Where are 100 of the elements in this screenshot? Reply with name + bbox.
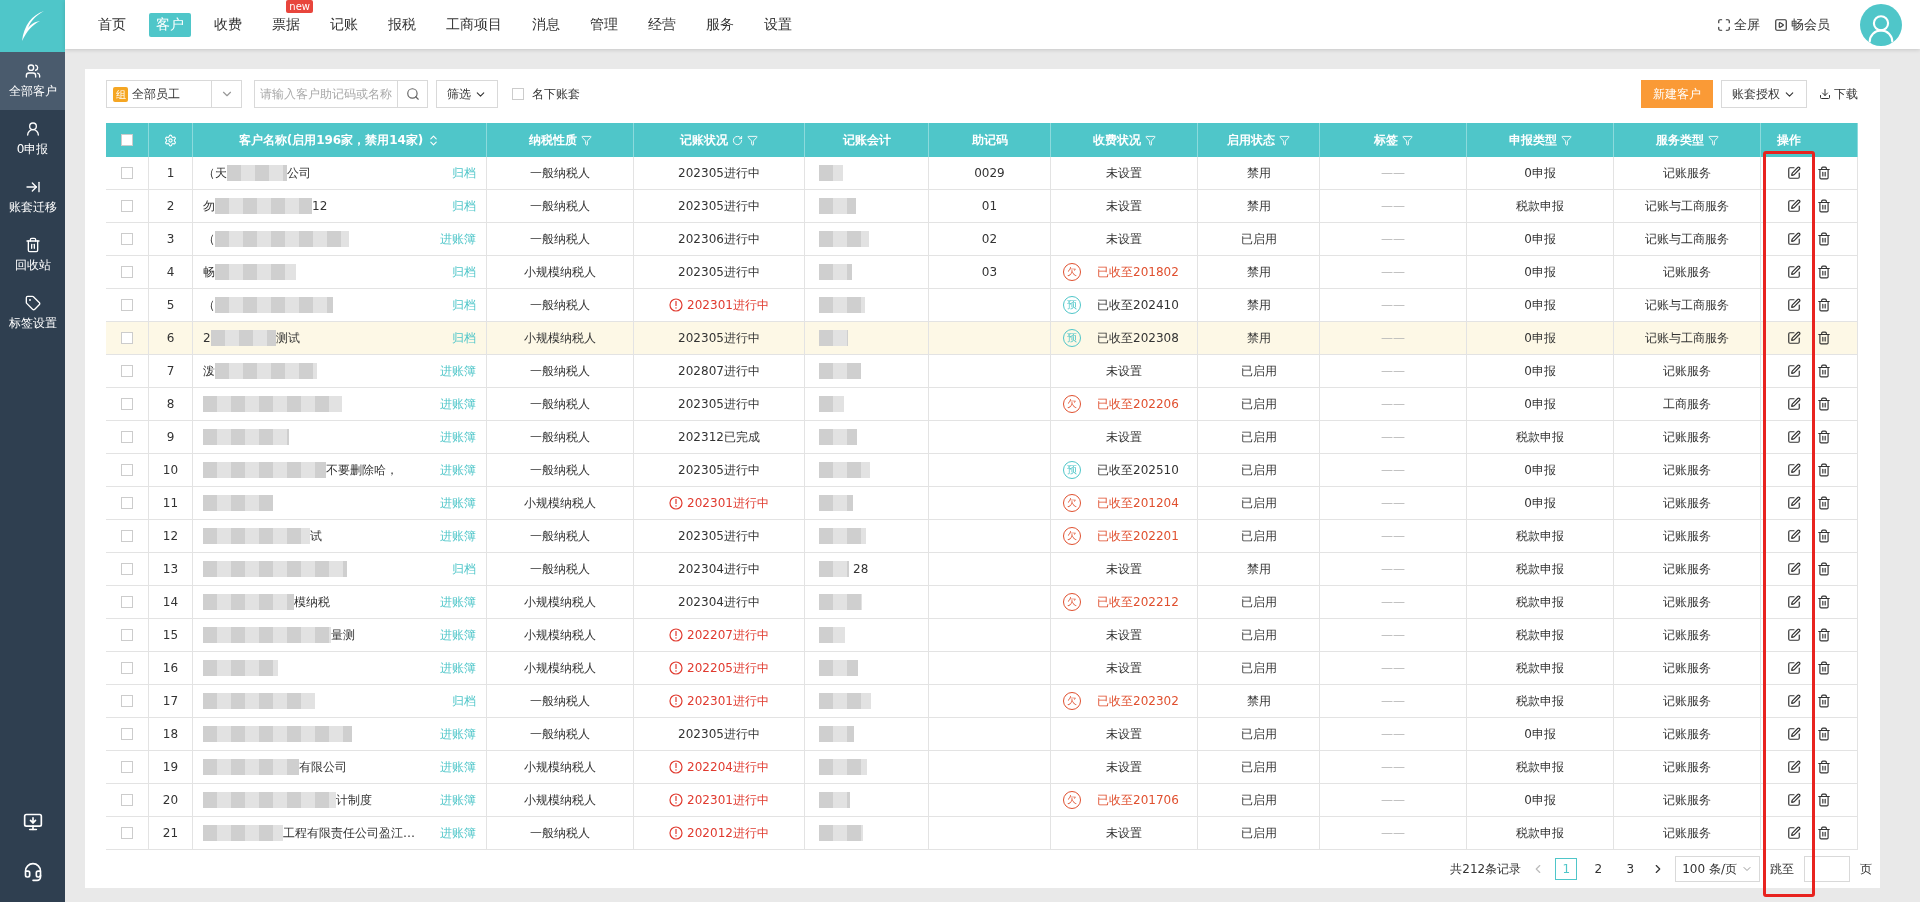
delete-icon[interactable]	[1817, 364, 1831, 378]
select-all-checkbox[interactable]	[121, 134, 133, 146]
delete-icon[interactable]	[1817, 760, 1831, 774]
checkbox[interactable]	[512, 88, 524, 100]
fullscreen-link[interactable]: 全屏	[1717, 15, 1760, 34]
row-checkbox[interactable]	[121, 332, 133, 344]
delete-icon[interactable]	[1817, 232, 1831, 246]
row-checkbox[interactable]	[121, 167, 133, 179]
table-row[interactable]: 17 归档 一般纳税人 202301进行中 欠 已收至202302 禁用 —— 税款申报 记账服务	[106, 685, 1858, 718]
row-checkbox[interactable]	[121, 761, 133, 773]
row-checkbox[interactable]	[121, 266, 133, 278]
row-checkbox[interactable]	[121, 794, 133, 806]
table-row[interactable]: 10 不要删除哈， 进账簿 一般纳税人 202305进行中 预 已收至202510 已启用 —— 0申报 记账服务	[106, 454, 1858, 487]
edit-icon[interactable]	[1787, 760, 1801, 774]
delete-icon[interactable]	[1817, 496, 1831, 510]
row-checkbox[interactable]	[121, 431, 133, 443]
edit-icon[interactable]	[1787, 793, 1801, 807]
sidebar-item[interactable]: 标签设置	[0, 284, 65, 342]
row-checkbox[interactable]	[121, 662, 133, 674]
nav-tab[interactable]: 设置	[757, 12, 799, 37]
delete-icon[interactable]	[1817, 463, 1831, 477]
delete-icon[interactable]	[1817, 529, 1831, 543]
row-checkbox[interactable]	[121, 200, 133, 212]
download-link[interactable]: 下载	[1819, 85, 1858, 103]
table-row[interactable]: 12 试 进账簿 一般纳税人 202305进行中 欠 已收至202201 已启用 —— 税款申报 记账服务	[106, 520, 1858, 553]
nav-tab[interactable]: 工商项目	[439, 12, 509, 37]
edit-icon[interactable]	[1787, 232, 1801, 246]
table-row[interactable]: 4 畅 归档 小规模纳税人 202305进行中 03 欠 已收至201802 禁用 —— 0申报 记账服务	[106, 256, 1858, 289]
nav-tab[interactable]: 消息	[525, 12, 567, 37]
row-checkbox[interactable]	[121, 365, 133, 377]
edit-icon[interactable]	[1787, 199, 1801, 213]
sidebar-item[interactable]: 账套迁移	[0, 168, 65, 226]
nav-tab[interactable]: 收费	[207, 12, 249, 37]
nav-tab[interactable]: 管理	[583, 12, 625, 37]
sidebar-item[interactable]: 全部客户	[0, 52, 65, 110]
member-link[interactable]: 畅会员	[1774, 15, 1830, 34]
table-row[interactable]: 5 （ 归档 一般纳税人 202301进行中 预 已收至202410 禁用 —— 0申报 记账与工商服务	[106, 289, 1858, 322]
row-checkbox[interactable]	[121, 695, 133, 707]
headset-icon[interactable]	[22, 862, 43, 882]
nav-tab[interactable]: 经营	[641, 12, 683, 37]
edit-icon[interactable]	[1787, 463, 1801, 477]
nav-tab[interactable]: 记账	[323, 12, 365, 37]
delete-icon[interactable]	[1817, 661, 1831, 675]
delete-icon[interactable]	[1817, 265, 1831, 279]
table-row[interactable]: 9 进账簿 一般纳税人 202312已完成 未设置 已启用 —— 税款申报 记账服务	[106, 421, 1858, 454]
delete-icon[interactable]	[1817, 562, 1831, 576]
delete-icon[interactable]	[1817, 793, 1831, 807]
delete-icon[interactable]	[1817, 826, 1831, 840]
table-row[interactable]: 2 勿 12 归档 一般纳税人 202305进行中 01 未设置 禁用 —— 税款申报 记账与工商服务	[106, 190, 1858, 223]
edit-icon[interactable]	[1787, 298, 1801, 312]
row-checkbox[interactable]	[121, 233, 133, 245]
edit-icon[interactable]	[1787, 694, 1801, 708]
row-checkbox[interactable]	[121, 530, 133, 542]
row-checkbox[interactable]	[121, 464, 133, 476]
delete-icon[interactable]	[1817, 397, 1831, 411]
row-checkbox[interactable]	[121, 827, 133, 839]
edit-icon[interactable]	[1787, 364, 1801, 378]
table-row[interactable]: 3 （ 进账簿 一般纳税人 202306进行中 02 未设置 已启用 —— 0申报 记账与工商服务	[106, 223, 1858, 256]
table-row[interactable]: 16 进账簿 小规模纳税人 202205进行中 未设置 已启用 —— 税款申报 记账服务	[106, 652, 1858, 685]
row-checkbox[interactable]	[121, 497, 133, 509]
edit-icon[interactable]	[1787, 265, 1801, 279]
nav-tab[interactable]: 首页	[91, 12, 133, 37]
table-row[interactable]: 19 有限公司 进账簿 小规模纳税人 202204进行中 未设置 已启用 —— 税款申报 记账服务	[106, 751, 1858, 784]
edit-icon[interactable]	[1787, 430, 1801, 444]
delete-icon[interactable]	[1817, 199, 1831, 213]
table-row[interactable]: 11 进账簿 小规模纳税人 202301进行中 欠 已收至201204 已启用 —— 0申报 记账服务	[106, 487, 1858, 520]
table-row[interactable]: 21 工程有限责任公司盈江… 进账簿 一般纳税人 202012进行中 未设置 已启用 —— 税款申报 记账服务	[106, 817, 1858, 850]
row-checkbox[interactable]	[121, 629, 133, 641]
table-row[interactable]: 15 量测 进账簿 小规模纳税人 202207进行中 未设置 已启用 —— 税款申报 记账服务	[106, 619, 1858, 652]
nav-tab[interactable]: 服务	[699, 12, 741, 37]
edit-icon[interactable]	[1787, 397, 1801, 411]
table-row[interactable]: 14 模纳税 进账簿 小规模纳税人 202304进行中 欠 已收至202212 已启用 —— 税款申报 记账服务	[106, 586, 1858, 619]
row-checkbox[interactable]	[121, 728, 133, 740]
table-row[interactable]: 1 （天 公司 归档 一般纳税人 202305进行中 0029 未设置 禁用 —— 0申报 记账服务	[106, 157, 1858, 190]
table-row[interactable]: 20 计制度 进账簿 小规模纳税人 202301进行中 欠 已收至201706 已启用 —— 0申报 记账服务	[106, 784, 1858, 817]
nav-tab[interactable]: 票据	[265, 12, 307, 37]
table-row[interactable]: 13 归档 一般纳税人 202304进行中 28 未设置 禁用 —— 税款申报 记账服务	[106, 553, 1858, 586]
edit-icon[interactable]	[1787, 727, 1801, 741]
row-checkbox[interactable]	[121, 596, 133, 608]
table-row[interactable]: 6 2 测试 归档 小规模纳税人 202305进行中 预 已收至202308 禁用 —— 0申报 记账与工商服务	[106, 322, 1858, 355]
row-checkbox[interactable]	[121, 299, 133, 311]
edit-icon[interactable]	[1787, 529, 1801, 543]
delete-icon[interactable]	[1817, 727, 1831, 741]
table-row[interactable]: 18 进账簿 一般纳税人 202305进行中 未设置 已启用 —— 0申报 记账服务	[106, 718, 1858, 751]
delete-icon[interactable]	[1817, 166, 1831, 180]
row-checkbox[interactable]	[121, 398, 133, 410]
edit-icon[interactable]	[1787, 331, 1801, 345]
authorize-dropdown[interactable]: 账套授权	[1721, 80, 1807, 108]
row-checkbox[interactable]	[121, 563, 133, 575]
edit-icon[interactable]	[1787, 628, 1801, 642]
page-size-select[interactable]: 100 条/页	[1675, 856, 1760, 882]
delete-icon[interactable]	[1817, 628, 1831, 642]
edit-icon[interactable]	[1787, 496, 1801, 510]
delete-icon[interactable]	[1817, 298, 1831, 312]
delete-icon[interactable]	[1817, 694, 1831, 708]
staff-select[interactable]: 组 全部员工	[106, 80, 242, 108]
sidebar-item[interactable]: 回收站	[0, 226, 65, 284]
sidebar-item[interactable]: 0申报	[0, 110, 65, 168]
delete-icon[interactable]	[1817, 430, 1831, 444]
edit-icon[interactable]	[1787, 661, 1801, 675]
